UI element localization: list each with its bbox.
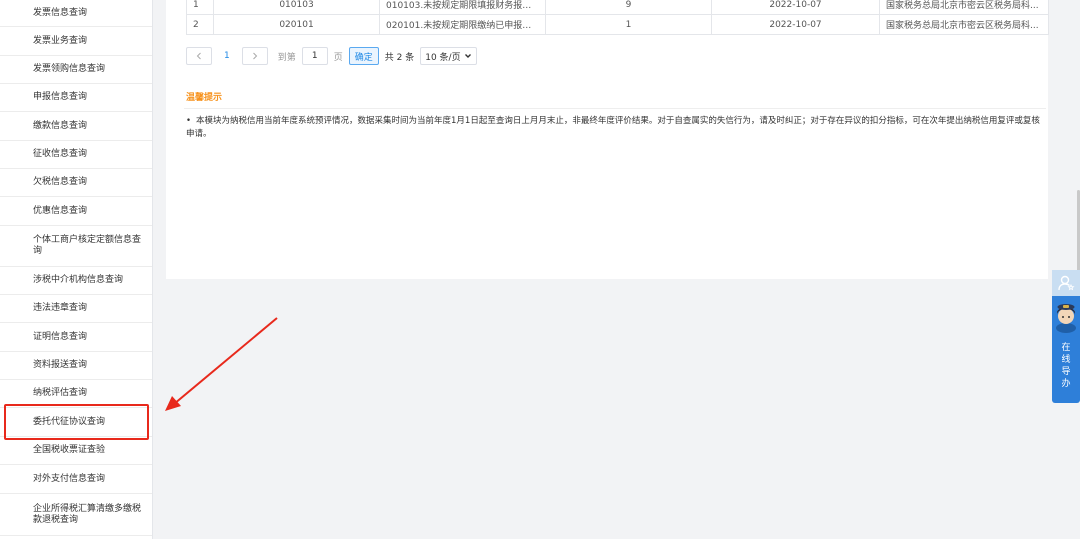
sidebar-item-income-tax-refund[interactable]: 企业所得税汇算清缴多缴税款退税查询: [0, 494, 152, 536]
main-panel: 1 010103 010103.未按规定期限填报财务报表... 9 2022-1…: [166, 0, 1049, 279]
sidebar-item-label: 征收信息查询: [33, 149, 88, 159]
tips-title: 温馨提示: [186, 93, 223, 103]
sidebar-item-label: 资料报送查询: [33, 360, 88, 370]
online-guide-label: 在线导办: [1052, 342, 1080, 390]
sidebar: 发票信息查询 发票业务查询 发票领购信息查询 申报信息查询 缴款信息查询 征收信…: [0, 0, 153, 539]
user-star-icon[interactable]: [1052, 270, 1080, 296]
sidebar-item-documents[interactable]: 资料报送查询: [0, 352, 152, 380]
table-cell: 010103: [213, 0, 380, 15]
table-cell: 9: [545, 0, 712, 15]
sidebar-item-label: 发票领购信息查询: [33, 64, 106, 74]
results-table: 1 010103 010103.未按规定期限填报财务报表... 9 2022-1…: [186, 0, 1049, 35]
table-cell: 010103.未按规定期限填报财务报表...: [379, 0, 546, 15]
highlight-box: [4, 404, 149, 440]
table-cell: 020101.未按规定期限缴纳已申报或...: [379, 14, 546, 35]
table-row: 1 010103 010103.未按规定期限填报财务报表... 9 2022-1…: [186, 0, 1049, 15]
assistant-avatar-icon: [1056, 304, 1076, 333]
tips-divider: [184, 108, 1046, 109]
sidebar-item-declaration[interactable]: 申报信息查询: [0, 84, 152, 112]
sidebar-item-label: 欠税信息查询: [33, 177, 88, 187]
sidebar-item-violations[interactable]: 违法违章查询: [0, 295, 152, 323]
online-guide-text: 在线导办: [1061, 343, 1071, 389]
sidebar-item-label: 纳税评估查询: [33, 388, 88, 398]
tips-text: 本模块为纳税信用当前年度系统预评情况，数据采集时间为当前年度1月1日起至查询日上…: [186, 116, 1040, 139]
online-guide-widget[interactable]: 在线导办: [1052, 270, 1080, 403]
sidebar-item-certificate[interactable]: 证明信息查询: [0, 323, 152, 352]
sidebar-item-collection[interactable]: 征收信息查询: [0, 141, 152, 169]
sidebar-item-preferential[interactable]: 优惠信息查询: [0, 197, 152, 226]
chevron-down-icon: [464, 54, 471, 58]
table-cell: 2: [186, 14, 214, 35]
sidebar-item-ticket-verification[interactable]: 全国税收票证查验: [0, 437, 152, 465]
sidebar-item-external-payment[interactable]: 对外支付信息查询: [0, 465, 152, 494]
confirm-button[interactable]: 确定: [348, 47, 379, 65]
sidebar-item-label: 涉税中介机构信息查询: [33, 275, 124, 285]
page-size-select[interactable]: 10 条/页: [420, 47, 477, 65]
sidebar-item-label: 申报信息查询: [33, 92, 88, 102]
table-cell: 020101: [213, 14, 380, 35]
table-row: 2 020101 020101.未按规定期限缴纳已申报或... 1 2022-1…: [186, 14, 1049, 35]
sidebar-item-arrears[interactable]: 欠税信息查询: [0, 169, 152, 197]
goto-label: 到第: [277, 52, 296, 63]
next-page-button[interactable]: [241, 47, 268, 65]
page-size-value: 10 条/页: [425, 52, 461, 63]
sidebar-item-label: 全国税收票证查验: [33, 445, 106, 455]
table-cell: 1: [186, 0, 214, 15]
sidebar-item-label: 证明信息查询: [33, 331, 88, 342]
chevron-left-icon: [196, 52, 201, 60]
sidebar-item-label: 对外支付信息查询: [33, 473, 106, 484]
table-cell: 2022-10-07: [711, 0, 880, 15]
sidebar-item-invoice-info[interactable]: 发票信息查询: [0, 0, 152, 27]
bullet-icon: •: [186, 116, 192, 126]
online-guide-body[interactable]: 在线导办: [1052, 296, 1080, 403]
sidebar-item-label: 发票业务查询: [33, 35, 88, 46]
sidebar-item-label: 个体工商户核定定额信息查询: [33, 235, 142, 256]
chevron-right-icon: [252, 52, 257, 60]
sidebar-item-label: 违法违章查询: [33, 303, 88, 313]
sidebar-item-tax-agency[interactable]: 涉税中介机构信息查询: [0, 267, 152, 295]
pagination: 1 到第 页 确定 共 2 条 10 条/页: [186, 46, 477, 66]
sidebar-item-invoice-purchase[interactable]: 发票领购信息查询: [0, 56, 152, 84]
sidebar-item-payment[interactable]: 缴款信息查询: [0, 112, 152, 141]
sidebar-item-label: 企业所得税汇算清缴多缴税款退税查询: [33, 503, 142, 525]
table-cell: 国家税务总局北京市密云区税务局科...: [879, 14, 1049, 35]
prev-page-button[interactable]: [186, 47, 212, 65]
tips-content: • 本模块为纳税信用当前年度系统预评情况，数据采集时间为当前年度1月1日起至查询日…: [186, 115, 1044, 141]
table-cell: 1: [545, 14, 712, 35]
table-cell: 国家税务总局北京市密云区税务局科...: [879, 0, 1049, 15]
sidebar-item-label: 优惠信息查询: [33, 205, 88, 216]
total-count: 共 2 条: [384, 52, 415, 63]
current-page-number[interactable]: 1: [224, 51, 230, 61]
sidebar-item-label: 缴款信息查询: [33, 120, 88, 131]
table-cell: 2022-10-07: [711, 14, 880, 35]
sidebar-item-label: 发票信息查询: [33, 7, 88, 18]
sidebar-item-individual-quota[interactable]: 个体工商户核定定额信息查询: [0, 226, 152, 267]
sidebar-item-invoice-business[interactable]: 发票业务查询: [0, 27, 152, 56]
goto-page-input[interactable]: [301, 47, 328, 65]
page-unit-label: 页: [333, 52, 343, 63]
